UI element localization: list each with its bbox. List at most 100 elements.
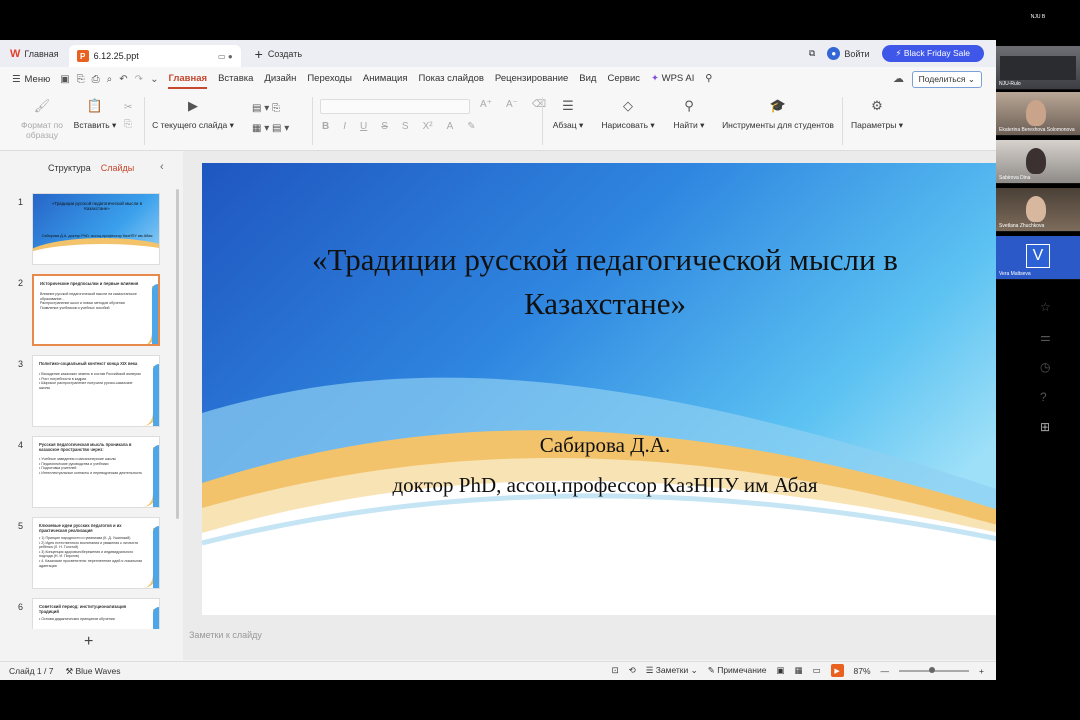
print-icon[interactable]: ⎙	[92, 74, 100, 85]
play-circle-icon: ▶	[188, 98, 198, 113]
slide-thumbnail[interactable]: 1 «Традиции русской педагогической мысли…	[0, 193, 183, 267]
font-family-select[interactable]	[320, 99, 470, 114]
strikethrough-icon[interactable]: S	[381, 121, 388, 132]
draw-button[interactable]: ◇ Нарисовать ▾	[598, 97, 658, 131]
zoom-slider[interactable]	[899, 666, 970, 673]
redo-icon[interactable]: ↷	[135, 74, 143, 85]
cloud-icon[interactable]: ☁	[893, 72, 904, 85]
zoom-level[interactable]: 87%	[854, 666, 871, 676]
slide-notes[interactable]: Заметки к слайду	[189, 630, 262, 640]
participant-tile[interactable]: NJU-Rulo	[996, 46, 1080, 90]
search-icon[interactable]: ⚲	[705, 67, 712, 91]
tab-tools[interactable]: Сервис	[607, 67, 640, 91]
preview-icon[interactable]: ⌕	[107, 74, 113, 85]
participant-video	[1026, 148, 1046, 174]
current-slide[interactable]: «Традиции русской педагогической мысли в…	[202, 163, 996, 615]
tab-slides[interactable]: Слайды	[101, 163, 135, 173]
add-slide-button[interactable]: +	[84, 633, 93, 651]
thumbnail-body: • Основа дидактических принципов обучени…	[39, 617, 143, 622]
tab-transitions[interactable]: Переходы	[307, 67, 352, 91]
slide-thumbnail[interactable]: 5 Ключевые идеи русских педагогов и их п…	[0, 517, 183, 591]
font-color-icon[interactable]: A	[447, 121, 454, 132]
participant-tile[interactable]: Ekaterina Bereshova Solomonova	[996, 92, 1080, 136]
chevron-left-icon[interactable]: ‹	[160, 161, 164, 173]
find-button[interactable]: ⚲ Найти ▾	[670, 97, 708, 131]
slide-thumbnail[interactable]: 3 Политико-социальный контекст конца XIX…	[0, 355, 183, 429]
save-icon[interactable]: ▣	[60, 74, 69, 85]
underline-icon[interactable]: U	[360, 121, 367, 132]
login-button[interactable]: ● Войти	[827, 47, 870, 60]
history-icon[interactable]: ◷	[1040, 360, 1051, 374]
promo-button[interactable]: ⚡ Black Friday Sale	[881, 45, 984, 62]
copy-icon[interactable]: ⎘	[124, 116, 132, 133]
slide-thumbnail[interactable]: 6 Советский период: институционализация …	[0, 598, 183, 629]
increase-font-icon[interactable]: A⁺	[480, 99, 492, 110]
paste-button[interactable]: 📋 Вставить ▾	[72, 97, 118, 131]
tab-review[interactable]: Рецензирование	[495, 67, 568, 91]
layout-icon[interactable]: ▦ ▾ ▤ ▾	[252, 119, 289, 139]
star-icon[interactable]: ☆	[1040, 300, 1051, 314]
ppt-file-icon: P	[76, 50, 89, 62]
apps-icon[interactable]: ⊞	[1040, 420, 1051, 434]
zoom-in-icon[interactable]: +	[979, 666, 984, 676]
paragraph-button[interactable]: ☰ Абзац ▾	[548, 97, 588, 131]
participant-tile[interactable]: V Vera Maltseva	[996, 236, 1080, 280]
tab-animation[interactable]: Анимация	[363, 67, 408, 91]
ai-sparkle-icon: ✦	[651, 73, 659, 84]
slide-number: 1	[18, 197, 24, 207]
clear-format-icon[interactable]: ⌫	[532, 99, 546, 110]
window-mode-icon[interactable]: ⧉	[809, 48, 815, 59]
zoom-out-icon[interactable]: —	[881, 666, 890, 676]
share-button[interactable]: Поделиться ⌄	[911, 71, 982, 88]
fit-icon[interactable]: ⊡	[612, 665, 619, 676]
home-tab[interactable]: W Главная	[0, 40, 69, 67]
tab-insert[interactable]: Вставка	[218, 67, 253, 91]
help-icon[interactable]: ?	[1040, 390, 1051, 404]
decrease-font-icon[interactable]: A⁻	[506, 99, 518, 110]
thumbnail-line: • 4. Казахские просветители: переплетени…	[39, 558, 143, 568]
reading-view-icon[interactable]: ▭	[812, 665, 820, 676]
cut-icon[interactable]: ✂	[124, 99, 132, 116]
sorter-view-icon[interactable]: ▦	[794, 665, 802, 676]
theme-name[interactable]: ⚒ Blue Waves	[65, 666, 120, 677]
document-tab[interactable]: P 6.12.25.ppt ▭ ●	[68, 45, 241, 67]
superscript-icon[interactable]: X²	[423, 121, 433, 132]
thumbnail-scrollbar[interactable]	[176, 189, 179, 519]
new-tab-button[interactable]: + Создать	[255, 46, 302, 62]
comment-toggle[interactable]: ✎ Примечание	[708, 665, 767, 676]
bold-icon[interactable]: B	[322, 121, 329, 132]
slide-thumbnail[interactable]: 2 Исторические предпосылки и первые влия…	[0, 274, 183, 348]
play-from-current-button[interactable]: ▶ С текущего слайда ▾	[150, 97, 236, 131]
export-icon[interactable]: ⎘	[77, 74, 85, 85]
participant-tile[interactable]: Sabirova Dina	[996, 140, 1080, 184]
student-tools-button[interactable]: 🎓 Инструменты для студентов	[720, 97, 836, 130]
tab-outline[interactable]: Структура	[48, 163, 91, 173]
menu-button[interactable]: ☰ Меню	[0, 74, 60, 85]
from-current-label: С текущего слайда ▾	[152, 120, 234, 130]
notes-toggle[interactable]: ☰ Заметки ⌄	[646, 665, 698, 676]
sliders-icon[interactable]: ⚌	[1040, 330, 1051, 344]
tab-options-icon[interactable]: ▭ ●	[218, 52, 233, 61]
parameters-button[interactable]: ⚙ Параметры ▾	[848, 97, 906, 131]
undo-icon[interactable]: ↶	[119, 74, 127, 85]
tab-design[interactable]: Дизайн	[264, 67, 296, 91]
italic-icon[interactable]: I	[343, 121, 346, 132]
participant-tile[interactable]: Svetlana Zhuchkova	[996, 188, 1080, 232]
slide-author-block[interactable]: Сабирова Д.А. доктор PhD, ассоц.профессо…	[232, 425, 978, 505]
highlight-icon[interactable]: ✎	[467, 121, 475, 132]
theme-icon: ⚒	[65, 665, 74, 676]
new-slide-icon[interactable]: ▤ ▾ ⎘	[252, 99, 289, 119]
slide-thumbnail[interactable]: 4 Русская педагогическая мысль проникала…	[0, 436, 183, 510]
slide-title[interactable]: «Традиции русской педагогической мысли в…	[232, 238, 978, 326]
shadow-icon[interactable]: S	[402, 121, 409, 132]
tab-wps-ai[interactable]: ✦ WPS AI	[651, 67, 694, 91]
tab-view[interactable]: Вид	[579, 67, 596, 91]
tab-home[interactable]: Главная	[168, 67, 207, 91]
tab-slideshow[interactable]: Показ слайдов	[419, 67, 484, 91]
chevron-down-icon[interactable]: ⌄	[150, 74, 158, 85]
slideshow-play-button[interactable]: ▶	[830, 664, 844, 677]
normal-view-icon[interactable]: ▣	[776, 665, 784, 676]
format-painter-button[interactable]: 🖌 Формат по образцу	[16, 97, 68, 140]
thumbnail-line: • 3) Концепция здоровьесбережения и инди…	[39, 549, 134, 559]
restore-icon[interactable]: ⟲	[629, 665, 636, 676]
